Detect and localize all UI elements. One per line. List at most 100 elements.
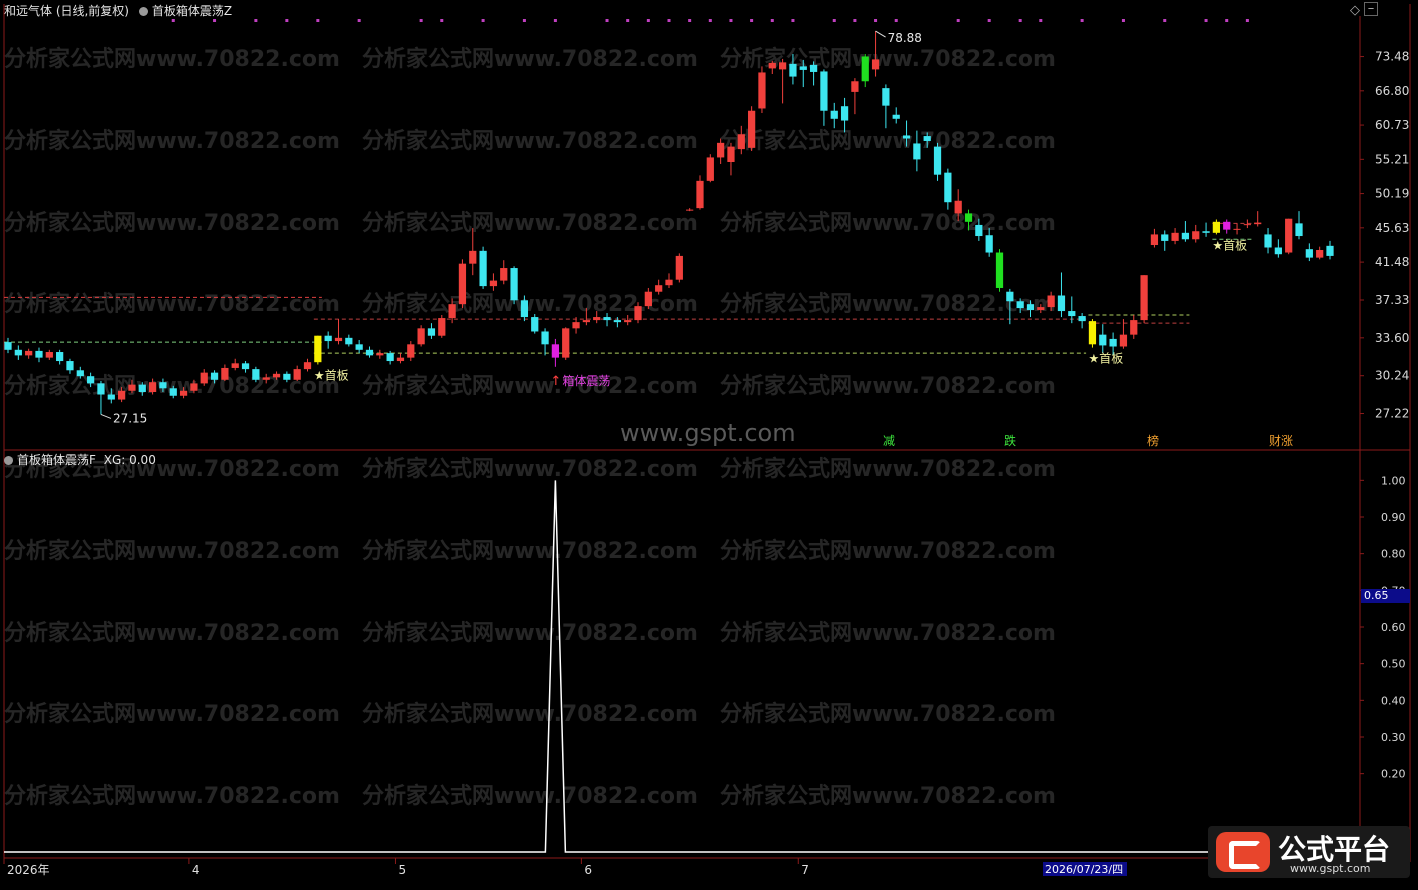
signal-dot xyxy=(688,19,692,22)
box-shake-arrow: ↑ xyxy=(550,374,561,389)
watermark-text: 分析家公式网www.70822.com xyxy=(720,291,1056,317)
candle-body xyxy=(871,59,880,70)
candle-body xyxy=(56,352,64,362)
time-axis-label: 2026年 xyxy=(7,863,50,877)
sub-indicator-title[interactable]: 首板箱体震荡F xyxy=(17,453,96,467)
watermark-text: 分析家公式网www.70822.com xyxy=(362,620,698,646)
signal-dot xyxy=(171,19,175,22)
candle-body xyxy=(799,66,807,70)
candle-body xyxy=(778,62,787,70)
watermark-text: 分析家公式网www.70822.com xyxy=(720,701,1056,727)
price-tick-label: 73.48 xyxy=(1375,50,1409,64)
candle-body xyxy=(334,337,343,342)
event-tag: 减 xyxy=(883,434,895,448)
price-tick-label: 37.33 xyxy=(1375,293,1409,307)
candle-body xyxy=(861,56,869,82)
candle-body xyxy=(1161,234,1169,241)
watermark-text: 分析家公式网www.70822.com xyxy=(4,128,340,154)
event-tag: 财涨 xyxy=(1269,433,1293,448)
stock-title: 和远气体 (日线,前复权) xyxy=(4,4,129,18)
main-indicator-title[interactable]: 首板箱体震荡Z xyxy=(152,4,232,18)
signal-dot xyxy=(853,19,857,22)
watermark-text: 分析家公式网www.70822.com xyxy=(4,701,340,727)
candle-body xyxy=(1119,334,1128,347)
signal-dot xyxy=(605,19,609,22)
candle-body xyxy=(1223,221,1231,230)
indicator-menu-icon[interactable] xyxy=(138,7,148,16)
candle-body xyxy=(87,376,95,384)
candle-body xyxy=(489,280,498,287)
candle-body xyxy=(252,369,260,380)
candle-body xyxy=(1316,250,1324,258)
box-shake-label: 箱体震荡 xyxy=(562,373,610,388)
candle-body xyxy=(45,352,53,358)
candle-body xyxy=(4,342,12,350)
candle-body xyxy=(975,224,983,237)
minimize-icon[interactable]: – xyxy=(1364,2,1378,16)
signal-dot xyxy=(956,19,960,22)
candle-body xyxy=(448,304,456,319)
candle-body xyxy=(1212,221,1221,233)
candle-body xyxy=(1130,320,1138,335)
candle-body xyxy=(541,331,549,345)
candle-body xyxy=(35,350,43,358)
candle-body xyxy=(1109,338,1117,347)
candle-body xyxy=(479,250,487,287)
watermark-text: 分析家公式网www.70822.com xyxy=(362,538,698,564)
candle-body xyxy=(840,106,849,121)
candle-body xyxy=(686,209,694,211)
signal-dot xyxy=(440,19,444,22)
sub-tick-label: 1.00 xyxy=(1381,474,1406,487)
signal-dot xyxy=(1121,19,1125,22)
candle-body xyxy=(985,235,993,253)
candle-body xyxy=(200,372,208,384)
site-watermark: www.gspt.com xyxy=(620,419,796,447)
candle-body xyxy=(809,64,818,72)
signal-dot xyxy=(357,19,361,22)
candle-body xyxy=(1243,224,1251,226)
watermark-text: 分析家公式网www.70822.com xyxy=(4,210,340,236)
candle-body xyxy=(1099,334,1107,346)
price-tick-label: 55.21 xyxy=(1375,152,1409,166)
signal-dot xyxy=(213,19,217,22)
candle-body xyxy=(593,317,601,321)
watermark-text: 分析家公式网www.70822.com xyxy=(362,456,698,482)
candle-body xyxy=(737,134,745,150)
gspt-logo-icon xyxy=(1216,832,1270,872)
sub-indicator-menu-icon[interactable] xyxy=(4,456,13,465)
candle-body xyxy=(644,291,652,307)
candle-body xyxy=(458,263,467,305)
logo-url: www.gspt.com xyxy=(1290,862,1371,875)
candle-body xyxy=(314,335,322,363)
candle-body xyxy=(221,367,229,380)
candle-body xyxy=(25,350,33,356)
chart-canvas[interactable]: 分析家公式网www.70822.com 分析家公式网www.70822.com 分析… xyxy=(0,0,1418,886)
diamond-icon[interactable]: ◇ xyxy=(1350,3,1360,18)
candle-body xyxy=(624,320,632,323)
candle-body xyxy=(117,390,126,400)
sub-header: 首板箱体震荡F XG: 0.00 xyxy=(4,451,156,468)
candle-body xyxy=(613,320,621,323)
candle-body xyxy=(262,377,270,380)
watermark-text: 分析家公式网www.70822.com xyxy=(720,783,1056,809)
watermark-text: 分析家公式网www.70822.com xyxy=(720,456,1056,482)
candle-body xyxy=(1264,234,1272,248)
candle-body xyxy=(902,135,911,139)
candle-body xyxy=(138,384,146,393)
candle-body xyxy=(1285,218,1293,253)
time-axis-label: 4 xyxy=(192,863,200,877)
signal-dot xyxy=(481,19,485,22)
signal-dot xyxy=(1245,19,1249,22)
candle-body xyxy=(1057,295,1066,312)
price-tick-label: 50.19 xyxy=(1375,187,1409,201)
watermark-text: 分析家公式网www.70822.com xyxy=(720,210,1056,236)
watermark-text: 分析家公式网www.70822.com xyxy=(362,783,698,809)
watermark-text: 分析家公式网www.70822.com xyxy=(720,128,1056,154)
time-axis-label: 7 xyxy=(801,863,809,877)
signal-dot xyxy=(874,19,878,22)
price-tick-label: 66.80 xyxy=(1375,84,1409,98)
candle-body xyxy=(169,388,177,396)
candle-body xyxy=(964,213,973,222)
signal-dot xyxy=(285,19,289,22)
chart-stage: 分析家公式网www.70822.com 分析家公式网www.70822.com 分析… xyxy=(0,0,1418,886)
